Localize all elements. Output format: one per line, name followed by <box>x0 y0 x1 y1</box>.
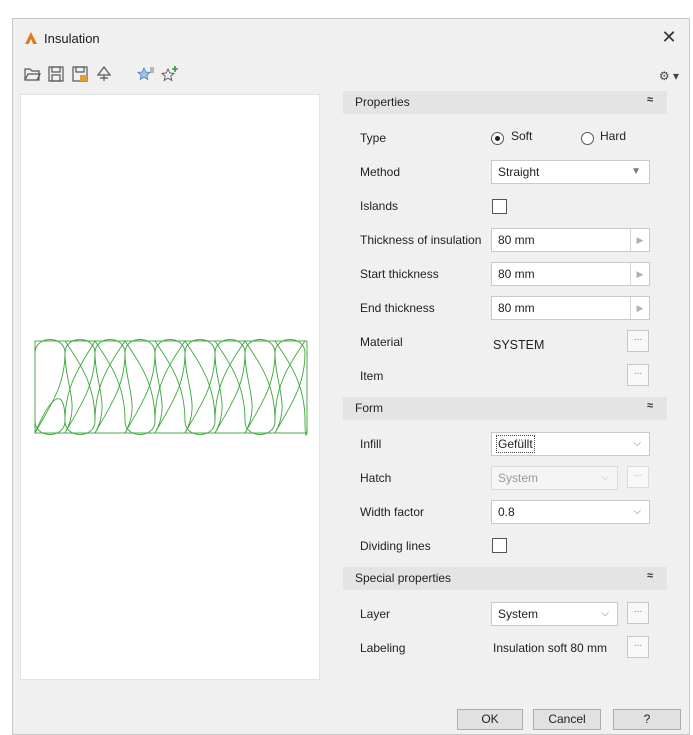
type-hard-label: Hard <box>600 129 627 143</box>
window-title: Insulation <box>44 31 100 46</box>
end-thickness-input[interactable]: 80 mm ▶ <box>491 296 650 320</box>
help-button[interactable]: ? <box>613 709 681 730</box>
layer-label: Layer <box>360 607 391 621</box>
favorites-icon[interactable] <box>137 65 155 83</box>
labeling-value: Insulation soft 80 mm <box>493 641 608 655</box>
chevron-down-icon: ⌵ <box>601 472 609 483</box>
ok-button[interactable]: OK <box>457 709 523 730</box>
expand-arrow-icon[interactable]: ▶ <box>630 263 649 285</box>
dividing-lines-checkbox[interactable] <box>492 538 507 553</box>
settings-gear-icon[interactable]: ⚙ ▾ <box>659 69 679 83</box>
start-thickness-input[interactable]: 80 mm ▶ <box>491 262 650 286</box>
special-properties-section-header[interactable]: Special properties ≈ <box>343 567 667 590</box>
thickness-input[interactable]: 80 mm ▶ <box>491 228 650 252</box>
method-label: Method <box>360 165 401 179</box>
save-as-icon[interactable] <box>71 65 89 83</box>
insulation-preview-drawing <box>34 339 308 436</box>
expand-arrow-icon[interactable]: ▶ <box>630 297 649 319</box>
add-favorite-icon[interactable] <box>161 65 179 83</box>
infill-label: Infill <box>360 437 382 451</box>
hatch-label: Hatch <box>360 471 392 485</box>
save-icon[interactable] <box>47 65 65 83</box>
chevron-down-icon: ⌵ <box>633 506 641 517</box>
filter-icon[interactable] <box>95 65 113 83</box>
toolbar: ⚙ ▾ <box>13 59 689 87</box>
cancel-button[interactable]: Cancel <box>533 709 601 730</box>
layer-browse-button[interactable]: ... <box>627 602 649 624</box>
item-browse-button[interactable]: ... <box>627 364 649 386</box>
item-label: Item <box>360 369 384 383</box>
close-icon[interactable]: ✕ <box>659 27 679 48</box>
end-thickness-label: End thickness <box>360 301 435 315</box>
thickness-label: Thickness of insulation <box>360 233 482 247</box>
width-factor-select[interactable]: 0.8 ⌵ <box>491 500 650 524</box>
labeling-browse-button[interactable]: ... <box>627 636 649 658</box>
collapse-icon[interactable]: ≈ <box>647 570 653 582</box>
dividing-lines-label: Dividing lines <box>360 539 431 553</box>
open-folder-icon[interactable] <box>23 65 41 83</box>
hatch-browse-button[interactable]: ... <box>627 466 649 488</box>
type-label: Type <box>360 131 387 145</box>
title-bar: Insulation ✕ <box>13 19 689 55</box>
width-factor-label: Width factor <box>360 505 425 519</box>
type-soft-radio[interactable] <box>491 132 504 145</box>
properties-section-header[interactable]: Properties ≈ <box>343 91 667 114</box>
insulation-preview <box>20 94 320 680</box>
chevron-down-icon: ⌵ <box>633 438 641 449</box>
insulation-dialog: Insulation ✕ ⚙ ▾ Properties ≈ Type Soft … <box>12 18 690 735</box>
islands-label: Islands <box>360 199 399 213</box>
hatch-select[interactable]: System ⌵ <box>491 466 618 490</box>
form-section-header[interactable]: Form ≈ <box>343 397 667 420</box>
expand-arrow-icon[interactable]: ▶ <box>630 229 649 251</box>
infill-select[interactable]: Gefüllt ⌵ <box>491 432 650 456</box>
chevron-down-icon: ⌵ <box>601 608 609 619</box>
labeling-label: Labeling <box>360 641 406 655</box>
app-logo-icon <box>25 32 37 44</box>
layer-select[interactable]: System ⌵ <box>491 602 618 626</box>
method-select[interactable]: Straight ▼ <box>491 160 650 184</box>
start-thickness-label: Start thickness <box>360 267 439 281</box>
collapse-icon[interactable]: ≈ <box>647 94 653 106</box>
dropdown-arrow-icon: ▼ <box>631 166 641 177</box>
type-soft-label: Soft <box>511 129 533 143</box>
type-hard-radio[interactable] <box>581 132 594 145</box>
material-label: Material <box>360 335 403 349</box>
collapse-icon[interactable]: ≈ <box>647 400 653 412</box>
material-value: SYSTEM <box>493 338 545 352</box>
islands-checkbox[interactable] <box>492 199 507 214</box>
material-browse-button[interactable]: ... <box>627 330 649 352</box>
